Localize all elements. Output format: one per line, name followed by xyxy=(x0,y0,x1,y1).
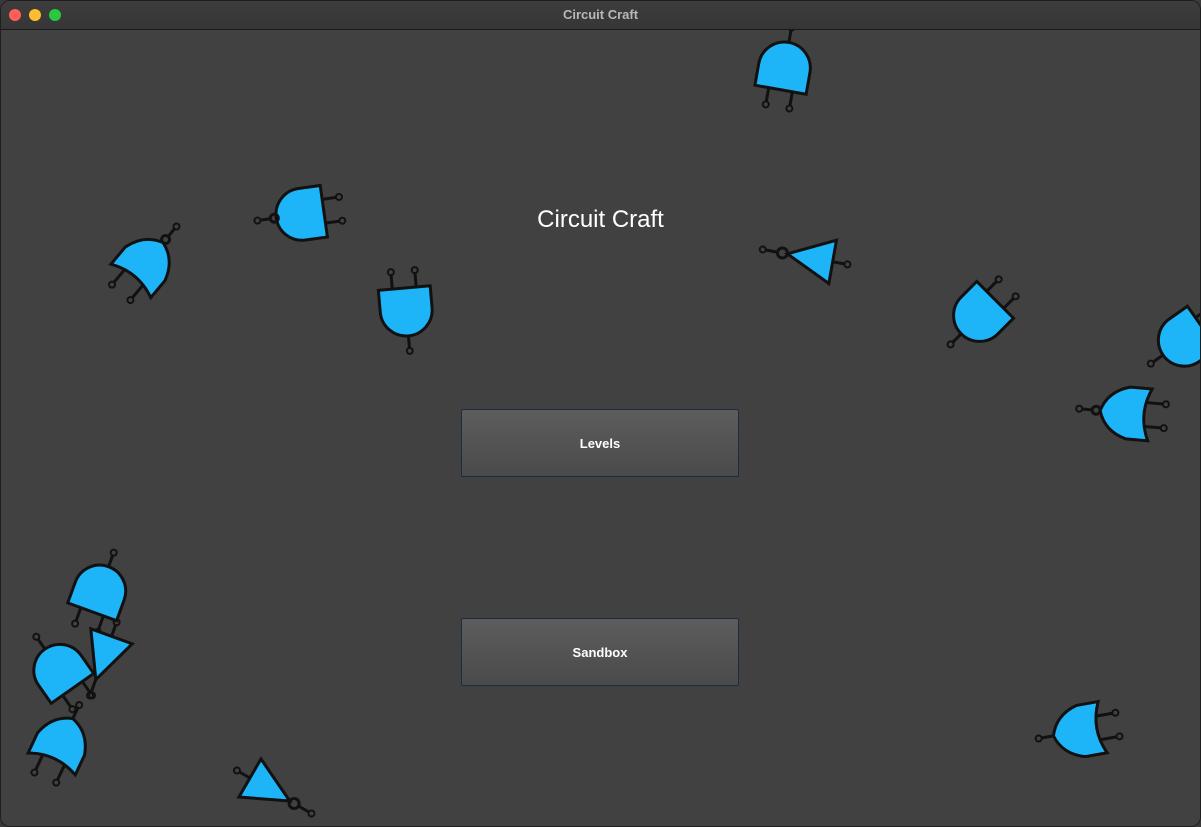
levels-button-label: Levels xyxy=(579,435,621,451)
and-gate-icon xyxy=(928,265,1030,367)
window-title: Circuit Craft xyxy=(562,7,639,22)
not-gate-icon xyxy=(754,225,856,289)
or-gate-icon xyxy=(19,689,106,793)
and-gate-icon xyxy=(59,539,141,641)
and-gate-icon xyxy=(1131,293,1200,389)
sandbox-button[interactable]: Sandbox xyxy=(461,618,739,686)
main-menu: Circuit Craft Levels Sandbox xyxy=(1,30,1200,826)
and-gate-icon xyxy=(375,264,438,358)
or-gate-icon xyxy=(1029,696,1127,767)
levels-button[interactable]: Levels xyxy=(461,409,739,477)
not-gate-icon xyxy=(221,748,327,826)
title-bar[interactable]: Circuit Craft xyxy=(1,1,1200,30)
app-window: Circuit Craft Circuit Craft Levels Sandb… xyxy=(0,0,1201,827)
app-heading: Circuit Craft xyxy=(537,206,664,233)
and-gate-icon xyxy=(749,30,820,116)
nor-gate-icon xyxy=(1072,381,1172,444)
sandbox-button-label: Sandbox xyxy=(572,644,628,660)
